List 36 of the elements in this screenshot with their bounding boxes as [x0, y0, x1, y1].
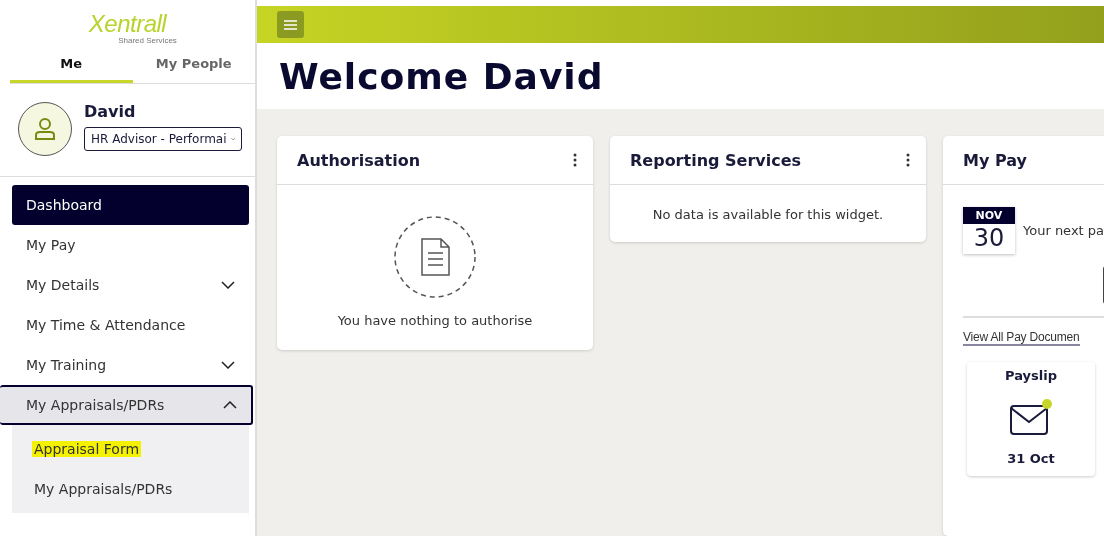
- page-title: Welcome David: [279, 55, 604, 97]
- nav-item[interactable]: My Training: [12, 345, 249, 385]
- pay-documents-link[interactable]: View All Pay Documen: [963, 330, 1080, 346]
- document-icon: [393, 215, 477, 299]
- nav-item[interactable]: My Details: [12, 265, 249, 305]
- empty-message: You have nothing to authorise: [337, 313, 533, 328]
- nav-item[interactable]: My Pay: [12, 225, 249, 265]
- tab[interactable]: My People: [132, 46, 255, 83]
- empty-message: No data is available for this widget.: [651, 206, 885, 224]
- role-dropdown[interactable]: HR Advisor - Performai: [84, 127, 242, 151]
- menu-icon: [284, 19, 297, 30]
- nav-subitem[interactable]: My Appraisals/PDRs: [32, 481, 175, 497]
- nav-item[interactable]: My Appraisals/PDRs: [0, 385, 253, 425]
- widget-title: My Pay: [963, 150, 1027, 170]
- chevron-down-icon: [221, 361, 235, 369]
- logo-wordmark: Xentrall: [88, 12, 167, 36]
- calendar-date: NOV 30: [963, 207, 1015, 254]
- more-menu-icon[interactable]: [571, 151, 579, 169]
- more-menu-icon[interactable]: [904, 151, 912, 169]
- logo-tagline: Shared Services: [118, 36, 177, 45]
- nav-item[interactable]: My Time & Attendance: [12, 305, 249, 345]
- nav-item[interactable]: Dashboard: [12, 185, 249, 225]
- chevron-down-icon: [230, 135, 235, 143]
- tab[interactable]: Me: [10, 46, 133, 83]
- envelope-icon: [1009, 398, 1053, 436]
- nav-subitem[interactable]: Appraisal Form: [32, 441, 142, 457]
- widget-title: Reporting Services: [630, 150, 802, 170]
- chevron-up-icon: [223, 401, 237, 409]
- next-pay-text: Your next pa: [1023, 223, 1104, 238]
- doc-title: Payslip: [1005, 368, 1057, 383]
- chevron-down-icon: [221, 281, 235, 289]
- payslip-tile[interactable]: Payslip 31 Oct: [967, 362, 1095, 476]
- profile-name: David: [84, 102, 137, 121]
- widget-title: Authorisation: [297, 150, 420, 170]
- avatar: [18, 102, 72, 156]
- doc-date: 31 Oct: [1007, 451, 1055, 466]
